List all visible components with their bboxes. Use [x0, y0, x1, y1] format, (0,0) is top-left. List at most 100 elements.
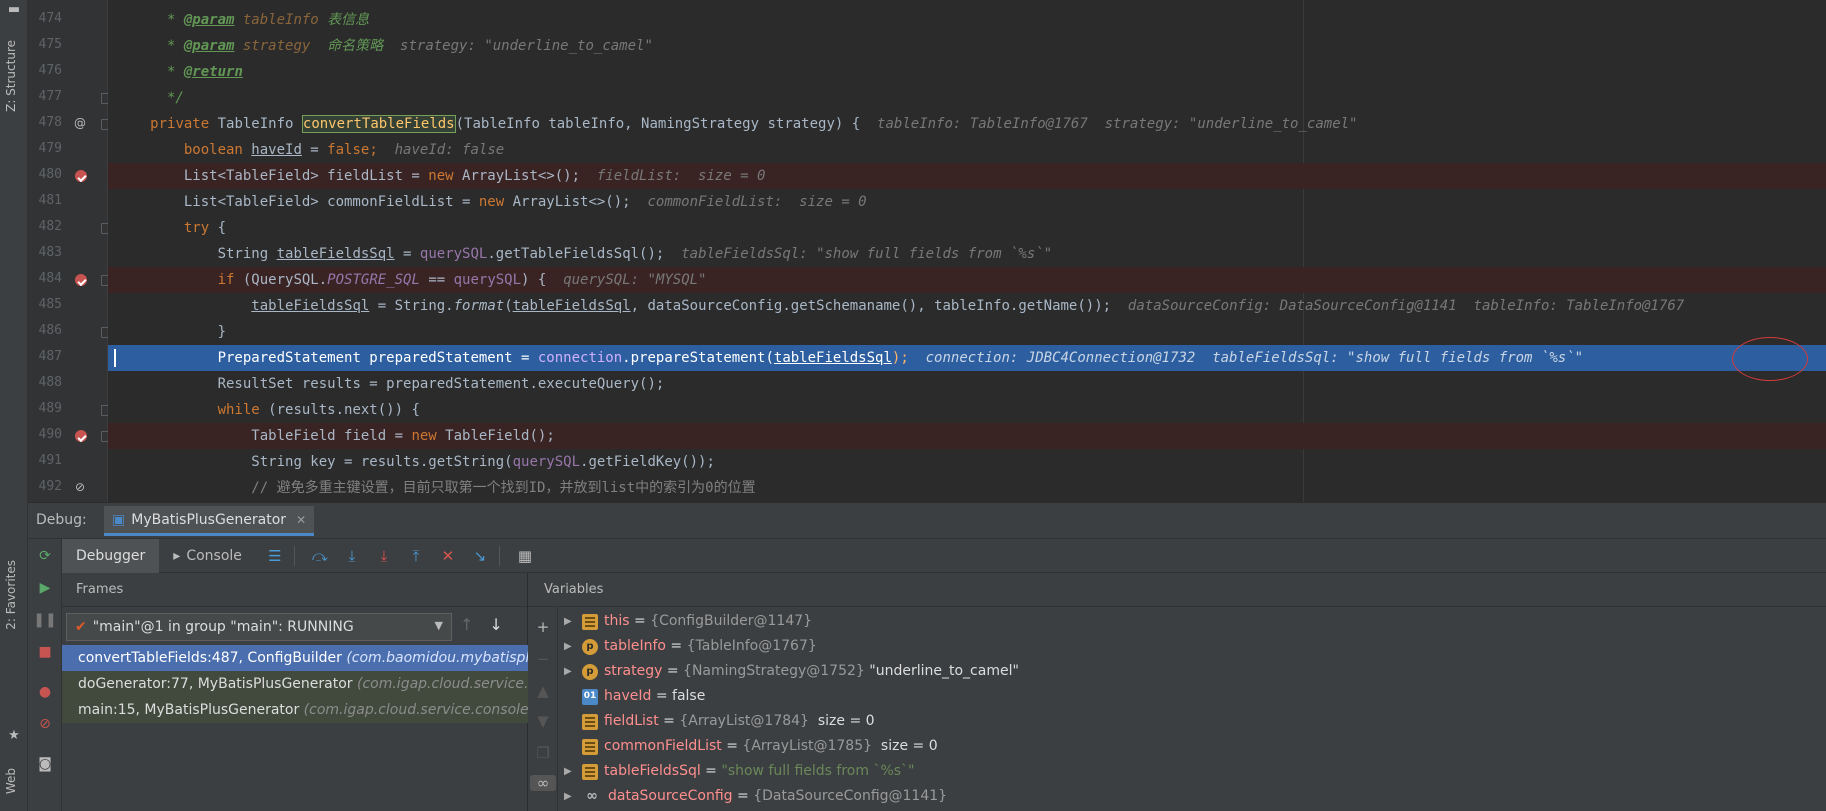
- expand-arrow-icon[interactable]: ▶: [564, 634, 578, 659]
- stop-icon[interactable]: ■: [36, 643, 54, 661]
- arrow-down-icon[interactable]: ↓: [489, 615, 502, 634]
- variable-row[interactable]: 01 haveId = false: [558, 684, 1818, 709]
- breakpoint-icon[interactable]: [75, 170, 87, 182]
- tab-debugger-label: Debugger: [76, 547, 146, 564]
- expand-arrow-icon[interactable]: ▶: [564, 609, 578, 634]
- evaluate-expression-icon[interactable]: ▦: [512, 545, 538, 567]
- tab-console[interactable]: ▸ Console: [159, 539, 256, 573]
- text-caret: [114, 349, 116, 367]
- field-icon: [582, 738, 598, 755]
- force-step-into-icon[interactable]: ⤓: [371, 545, 397, 567]
- variable-row[interactable]: commonFieldList = {ArrayList@1785} size …: [558, 734, 1818, 759]
- equals-sign: =: [721, 738, 743, 754]
- run-to-cursor-icon[interactable]: ↘: [467, 545, 493, 567]
- code-editor[interactable]: * @param tableInfo 表信息 * @param strategy…: [108, 0, 1826, 502]
- frame-item[interactable]: doGenerator:77, MyBatisPlusGenerator (co…: [62, 671, 528, 697]
- mute-breakpoints-icon[interactable]: ⊘: [36, 715, 54, 733]
- line-number: 492: [38, 479, 62, 494]
- copy-icon[interactable]: ❐: [535, 744, 551, 762]
- variable-row[interactable]: ▶ p tableInfo = {TableInfo@1767}: [558, 634, 1818, 659]
- variable-type: {NamingStrategy@1752}: [683, 663, 865, 679]
- variable-name: dataSourceConfig: [608, 788, 733, 804]
- equals-sign: =: [658, 713, 680, 729]
- annotation-icon[interactable]: @: [73, 116, 87, 130]
- star-icon[interactable]: ★: [6, 728, 22, 743]
- method-name-highlight: convertTableFields: [301, 115, 456, 133]
- step-out-icon[interactable]: ⤒: [403, 545, 429, 567]
- breakpoint-icon[interactable]: [75, 430, 87, 442]
- remove-watch-icon[interactable]: −: [535, 650, 551, 668]
- watch-glasses-icon: ∞: [586, 788, 598, 804]
- structure-tab[interactable]: Z: Structure: [4, 40, 18, 112]
- frame-item[interactable]: main:15, MyBatisPlusGenerator (com.igap.…: [62, 697, 528, 723]
- frame-item[interactable]: convertTableFields:487, ConfigBuilder (c…: [62, 645, 528, 671]
- pause-icon[interactable]: ❚❚: [33, 611, 56, 629]
- variable-name: tableInfo: [604, 638, 666, 654]
- show-execution-point-icon[interactable]: ☰: [262, 545, 288, 567]
- watches-glasses-icon[interactable]: ∞: [530, 774, 556, 792]
- expand-arrow-icon[interactable]: ▶: [564, 759, 578, 784]
- equals-sign: =: [665, 638, 687, 654]
- thread-selector[interactable]: ✔ "main"@1 in group "main": RUNNING ▼: [66, 613, 452, 641]
- camera-icon[interactable]: ◙: [36, 755, 54, 773]
- new-watch-icon[interactable]: +: [535, 618, 551, 636]
- resume-icon[interactable]: ▶: [36, 579, 54, 597]
- line-number: 474: [38, 11, 62, 26]
- line-number: 479: [38, 141, 62, 156]
- step-into-icon[interactable]: ⤓: [339, 545, 365, 567]
- line-number: 481: [38, 193, 62, 208]
- rerun-icon[interactable]: ⟳: [36, 547, 54, 565]
- check-icon: ✔: [75, 619, 87, 635]
- line-number: 488: [38, 375, 62, 390]
- breakpoint-icon[interactable]: [75, 274, 87, 286]
- favorites-tab[interactable]: 2: Favorites: [4, 560, 18, 630]
- code-line-492: // 避免多重主键设置，目前只取第一个找到ID，并放到list中的索引为0的位置: [251, 480, 756, 496]
- variable-type: {ArrayList@1784}: [679, 713, 809, 729]
- variable-row[interactable]: ▶ tableFieldsSql = "show full fields from…: [558, 759, 1818, 784]
- move-down-icon[interactable]: ▼: [535, 712, 551, 730]
- expand-arrow-icon[interactable]: ▶: [564, 784, 578, 809]
- step-over-icon[interactable]: ⤼: [307, 545, 333, 567]
- code-line-490: TableField field = new TableField();: [108, 423, 1826, 449]
- line-number: 485: [38, 297, 62, 312]
- disabled-breakpoint-icon[interactable]: ⊘: [73, 480, 87, 494]
- editor-gutter[interactable]: 474 475 476 477 478 @479 480 481 482 483 484 485 486…: [28, 0, 110, 502]
- line-number: 482: [38, 219, 62, 234]
- frame-navigation: ↑ ↓: [460, 615, 503, 634]
- equals-sign: =: [732, 788, 754, 804]
- field-icon: [582, 763, 598, 780]
- field-icon: [582, 713, 598, 730]
- variables-panel: Variables + − ▲ ▼ ❐ ∞ ▶ this = {ConfigBui…: [528, 573, 1826, 811]
- variable-row[interactable]: ▶ p strategy = {NamingStrategy@1752} "unde…: [558, 659, 1818, 684]
- field-icon: [582, 613, 598, 630]
- tab-debugger[interactable]: Debugger: [62, 538, 160, 573]
- view-breakpoints-icon[interactable]: ●: [36, 683, 54, 701]
- variable-value: size = 0: [872, 738, 938, 754]
- web-tab[interactable]: Web: [4, 768, 18, 794]
- variable-type: {ArrayList@1785}: [742, 738, 873, 754]
- code-line-477: */: [158, 90, 184, 106]
- debug-tool-window: Debug: ▣ MyBatisPlusGenerator ✕ ⟳ ▶ ❚❚ ■…: [28, 502, 1826, 811]
- drop-frame-icon[interactable]: ✕: [435, 545, 461, 567]
- arrow-up-icon[interactable]: ↑: [460, 615, 473, 634]
- variable-row[interactable]: ▶ this = {ConfigBuilder@1147}: [558, 609, 1818, 634]
- close-icon[interactable]: ✕: [296, 513, 306, 527]
- variable-name: strategy: [604, 663, 663, 679]
- variable-row[interactable]: ▶ ∞ dataSourceConfig = {DataSourceConfig@1…: [558, 784, 1818, 809]
- code-line-481: List<TableField> commonFieldList = new A…: [183, 194, 867, 210]
- frames-header: Frames: [62, 573, 527, 607]
- line-number: 483: [38, 245, 62, 260]
- expand-arrow-icon[interactable]: ▶: [564, 659, 578, 684]
- variable-name: tableFieldsSql: [604, 763, 701, 779]
- run-config-icon: ▣: [112, 511, 126, 528]
- code-line-486: }: [217, 324, 227, 340]
- variable-row[interactable]: fieldList = {ArrayList@1784} size = 0: [558, 709, 1818, 734]
- debug-session-tab[interactable]: ▣ MyBatisPlusGenerator ✕: [104, 506, 315, 536]
- move-up-icon[interactable]: ▲: [535, 682, 551, 700]
- code-line-483: String tableFieldsSql = querySQL.getTabl…: [217, 246, 1053, 262]
- code-line-476: * @return: [158, 64, 243, 80]
- variables-toolbar: + − ▲ ▼ ❐ ∞: [528, 607, 558, 811]
- project-folder-icon[interactable]: ▬: [6, 2, 22, 17]
- debug-header: Debug: ▣ MyBatisPlusGenerator ✕: [28, 503, 1826, 539]
- red-annotation-circle: [1732, 337, 1808, 381]
